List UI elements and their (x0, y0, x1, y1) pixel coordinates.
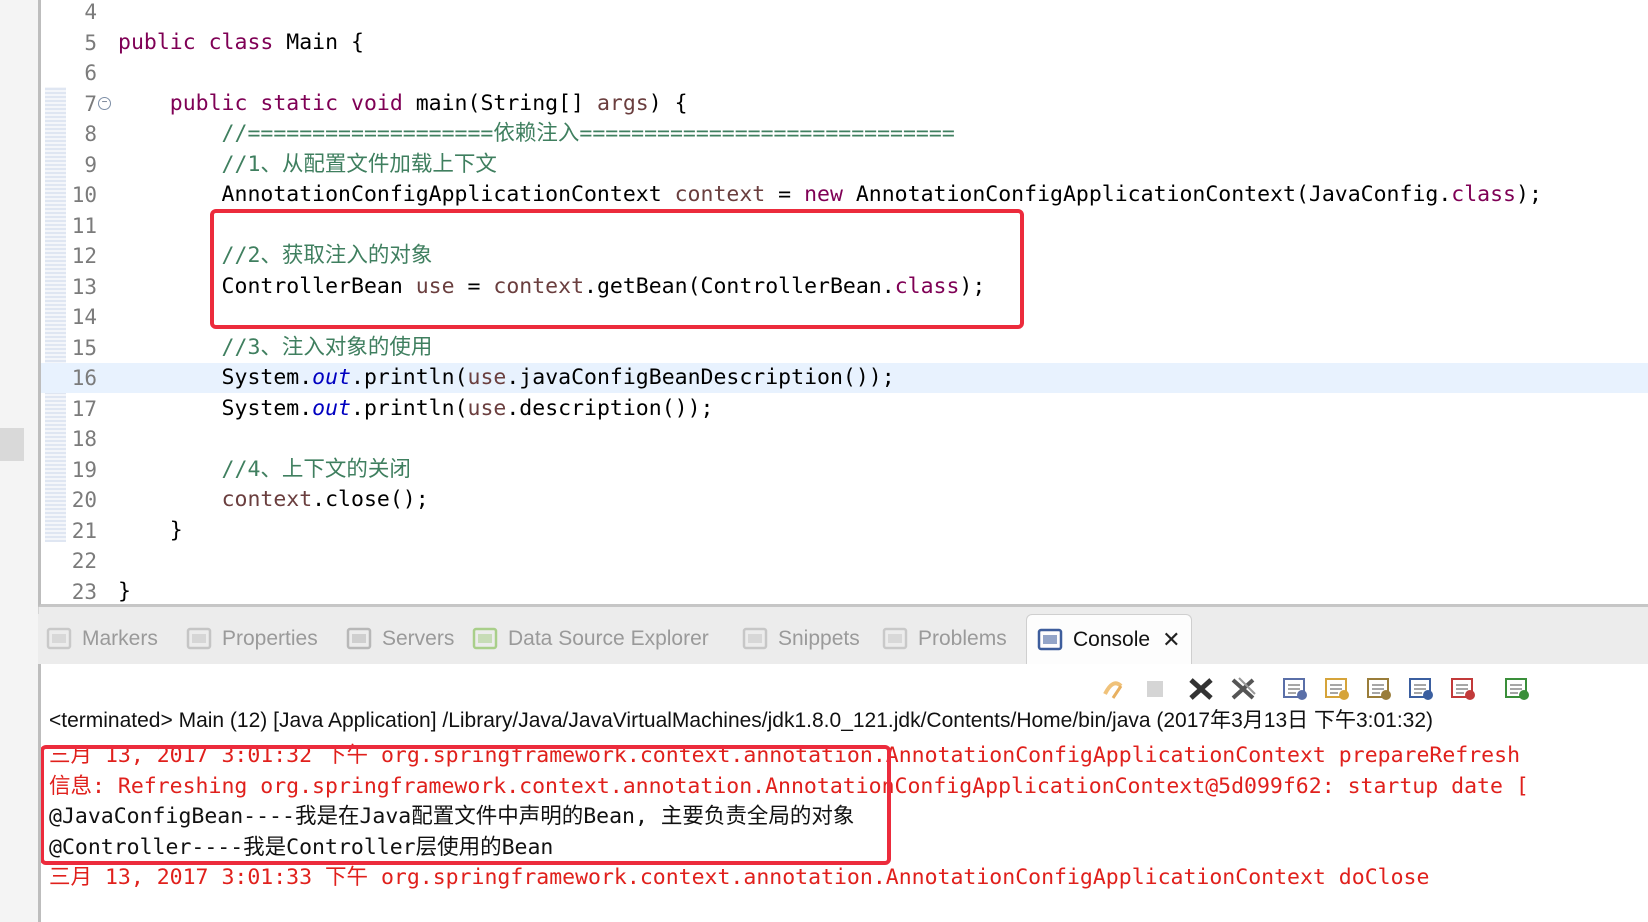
code-line[interactable]: 16 System.out.println(use.javaConfigBean… (41, 363, 1648, 393)
code-line[interactable]: 10 AnnotationConfigApplicationContext co… (41, 180, 1648, 210)
line-number: 8 (84, 122, 97, 146)
code-line[interactable]: 8 //===================依赖注入=============… (41, 119, 1648, 149)
line-number: 10 (71, 183, 97, 207)
view-tab-bar: Markers Properties Servers Data Source Expl… (38, 614, 1648, 665)
left-side-panel (0, 0, 39, 922)
line-number: 18 (71, 427, 97, 451)
line-number: 14 (71, 305, 97, 329)
tab-label: Problems (918, 627, 1007, 650)
code-text: context.close(); (221, 487, 429, 512)
code-text: public static void main(String[] args) { (118, 90, 688, 116)
console-log-line: 三月 13, 2017 3:01:33 下午 org.springframewo… (49, 865, 1430, 890)
clear-console-icon[interactable] (1281, 676, 1309, 702)
remove-all-terminated-icon[interactable] (1229, 676, 1257, 702)
code-text: } (118, 578, 131, 604)
terminate-relaunch-icon[interactable] (1099, 676, 1127, 702)
code-text: AnnotationConfigApplicationContext conte… (118, 182, 1542, 207)
tab-problems[interactable]: Problems (882, 614, 1007, 664)
console-view[interactable]: <terminated> Main (12) [Java Application… (38, 664, 1648, 922)
tab-label: Snippets (778, 627, 860, 650)
code-text: //1、从配置文件加载上下文 (118, 151, 497, 177)
tab-servers[interactable]: Servers (346, 614, 454, 664)
scroll-lock-icon[interactable] (1323, 676, 1351, 702)
line-number: 20 (71, 488, 97, 512)
code-text: public class Main { (118, 29, 364, 55)
tab-markers[interactable]: Markers (46, 614, 158, 664)
line-number: 12 (71, 244, 97, 268)
data-source-icon (472, 626, 499, 653)
line-number: 7 (84, 91, 97, 116)
code-line[interactable]: 19 //4、上下文的关闭 (41, 455, 1648, 485)
problems-icon (882, 626, 909, 653)
servers-icon (346, 626, 373, 653)
code-line[interactable]: 9 //1、从配置文件加载上下文 (41, 150, 1648, 180)
line-number: 16 (71, 366, 97, 390)
fold-collapse-icon[interactable]: − (98, 96, 111, 110)
line-number: 17 (71, 396, 97, 421)
code-text: //===================依赖注入===============… (118, 121, 955, 146)
line-number: 23 (71, 579, 97, 604)
show-on-stdout-icon[interactable] (1407, 676, 1435, 702)
code-text: System.out.println(use.javaConfigBeanDes… (118, 365, 895, 390)
show-on-stderr-icon[interactable] (1449, 676, 1477, 702)
code-line[interactable]: 4 (41, 0, 1648, 27)
minimized-view-tab[interactable] (0, 428, 24, 461)
snippets-icon (742, 626, 769, 653)
word-wrap-icon[interactable] (1365, 676, 1393, 702)
code-line[interactable]: 7− public static void main(String[] args… (41, 89, 1648, 119)
code-line[interactable]: 23} (41, 577, 1648, 605)
pin-console-icon[interactable] (1503, 676, 1531, 702)
code-line[interactable]: 15 //3、注入对象的使用 (41, 333, 1648, 363)
line-number: 11 (71, 213, 97, 238)
code-text: //4、上下文的关闭 (118, 456, 411, 482)
tab-data-source-explorer[interactable]: Data Source Explorer (472, 614, 709, 664)
code-line[interactable]: 21 } (41, 516, 1648, 546)
code-line[interactable]: 17 System.out.println(use.description())… (41, 394, 1648, 424)
line-number: 4 (84, 0, 97, 24)
line-number: 15 (71, 335, 97, 360)
tab-label: Markers (82, 627, 158, 650)
code-text: } (118, 517, 183, 543)
console-icon (1037, 627, 1064, 654)
line-number: 22 (71, 549, 97, 573)
highlight-box-console-output (41, 745, 891, 865)
terminated-launch-label: <terminated> Main (12) [Java Application… (49, 709, 1434, 732)
line-number: 9 (84, 152, 97, 177)
properties-icon (186, 626, 213, 653)
code-line[interactable]: 6 (41, 58, 1648, 88)
markers-icon (46, 626, 73, 653)
tab-label: Servers (382, 627, 455, 650)
stop-icon[interactable] (1141, 676, 1169, 702)
code-line[interactable]: 18 (41, 424, 1648, 454)
highlight-box-getbean (210, 209, 1024, 329)
remove-launch-icon[interactable] (1187, 676, 1215, 702)
code-editor[interactable]: 4 5 public class Main { 6 7− public static v… (38, 0, 1648, 607)
tab-label: Console (1073, 628, 1151, 651)
tab-label: Data Source Explorer (508, 627, 709, 650)
line-number: 19 (71, 457, 97, 482)
line-number: 13 (71, 274, 97, 299)
close-icon[interactable]: ✕ (1162, 627, 1180, 653)
code-text: System.out.println(use.description()); (118, 395, 714, 421)
line-number: 5 (84, 30, 97, 55)
tab-label: Properties (222, 627, 318, 650)
code-text: //3、注入对象的使用 (118, 334, 433, 360)
code-line[interactable]: 20 context.close(); (41, 485, 1648, 515)
console-toolbar (1091, 670, 1648, 706)
code-line[interactable]: 22 (41, 546, 1648, 576)
code-line[interactable]: 5 public class Main { (41, 28, 1648, 58)
line-number: 21 (71, 518, 97, 543)
line-number: 6 (84, 61, 97, 85)
tab-console[interactable]: Console ✕ (1026, 614, 1192, 665)
tab-properties[interactable]: Properties (186, 614, 318, 664)
tab-snippets[interactable]: Snippets (742, 614, 860, 664)
